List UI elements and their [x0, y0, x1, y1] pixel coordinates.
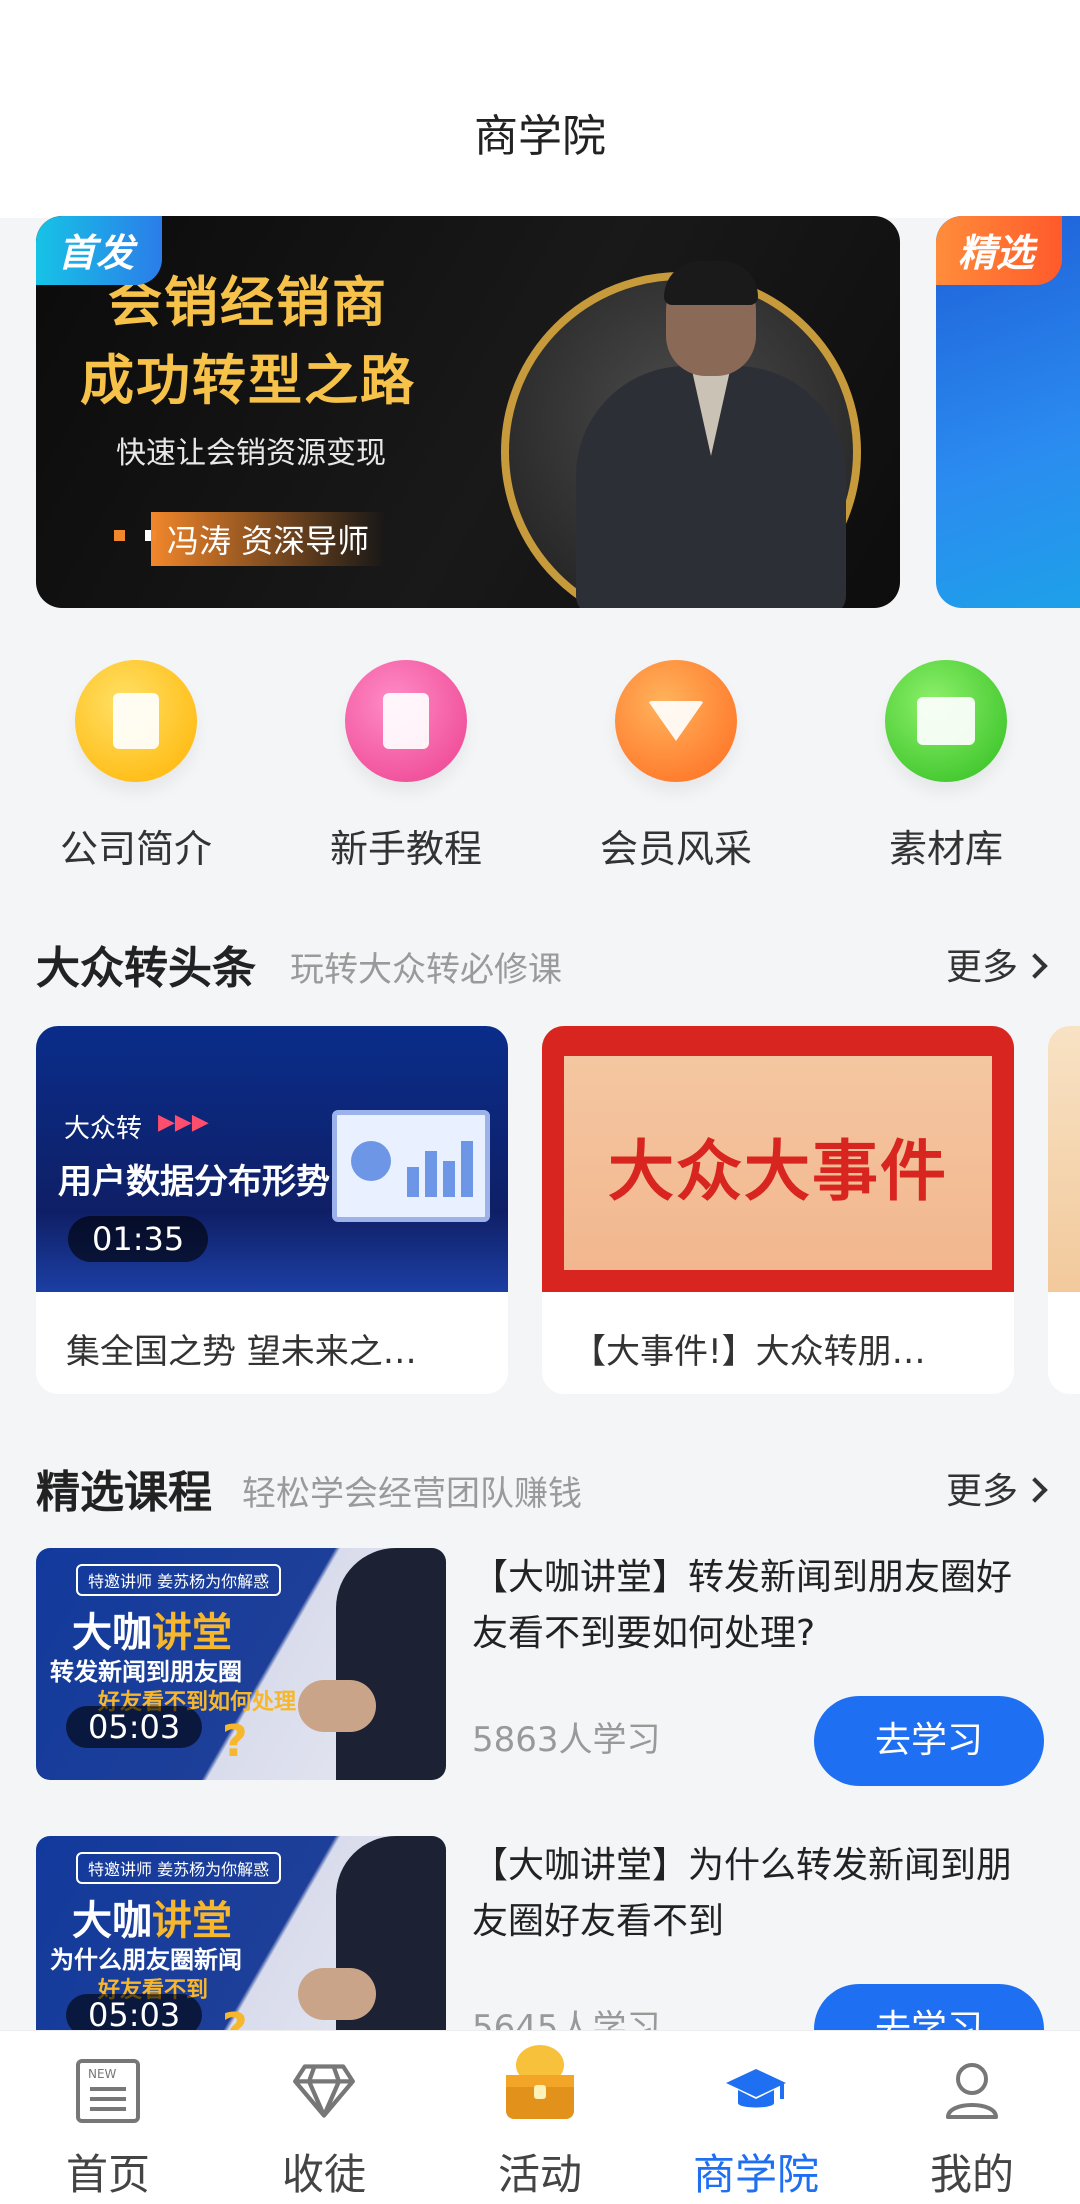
quick-link-label: 公司简介: [59, 827, 212, 871]
thumb-arrows: ▶▶▶: [158, 1110, 209, 1135]
diamond-icon: [615, 660, 737, 782]
thumb-line: 为什么朋友圈新闻: [50, 1946, 242, 1974]
course-item[interactable]: 特邀讲师 姜苏杨为你解惑 大咖讲堂 为什么朋友圈新闻 好友看不到 ? 05:03…: [36, 1836, 1044, 2030]
quick-links: 公司简介 新手教程 会员风采 素材库: [0, 660, 1080, 873]
section-subtitle: 玩转大众转必修课: [290, 950, 562, 990]
quick-link-company-intro[interactable]: 公司简介: [26, 660, 246, 873]
tab-label: 首页: [65, 2150, 150, 2199]
banner-carousel[interactable]: 会销经销商 成功转型之路 快速让会销资源变现 冯涛 资深导师 首发 精选: [0, 216, 1080, 608]
course-item[interactable]: 特邀讲师 姜苏杨为你解惑 大咖讲堂 转发新闻到朋友圈 好友看不到如何处理 ? 0…: [36, 1548, 1044, 1788]
thumb-headline: 大咖讲堂: [72, 1898, 232, 1944]
question-mark-icon: ?: [222, 2004, 248, 2030]
treasure-chest-icon: [498, 2041, 582, 2125]
news-card[interactable]: 大众大事件 【大事件!】大众转朋…: [542, 1026, 1014, 1394]
thumb-line: 转发新闻到朋友圈: [50, 1658, 242, 1686]
news-thumbnail: 大众转 ▶▶▶ 用户数据分布形势 01:35: [36, 1026, 508, 1292]
thumb-headline: 用户数据分布形势: [58, 1162, 330, 1202]
banner-badge: 精选: [936, 216, 1063, 285]
course-thumbnail: 特邀讲师 姜苏杨为你解惑 大咖讲堂 为什么朋友圈新闻 好友看不到 ? 05:03: [36, 1836, 446, 2030]
page-title: 商学院: [474, 111, 606, 162]
news-thumbnail: [1048, 1026, 1080, 1292]
tab-label: 我的: [929, 2150, 1014, 2199]
quick-link-materials[interactable]: 素材库: [836, 660, 1056, 873]
news-card[interactable]: 大众转 ▶▶▶ 用户数据分布形势 01:35 集全国之势 望未来之…: [36, 1026, 508, 1394]
more-label: 更多: [945, 1471, 1018, 1512]
user-icon: [940, 2059, 1004, 2123]
headlines-header: 大众转头条 玩转大众转必修课 更多: [36, 932, 1048, 994]
course-title: 【大咖讲堂】转发新闻到朋友圈好友看不到要如何处理?: [472, 1557, 1013, 1654]
quick-link-tutorial[interactable]: 新手教程: [296, 660, 516, 873]
news-title: 【大事件!】大众转朋…: [572, 1332, 926, 1372]
thumb-tag: 特邀讲师 姜苏杨为你解惑: [76, 1564, 282, 1596]
video-duration: 05:03: [66, 1994, 203, 2030]
calendar-yen-icon: [885, 660, 1007, 782]
thumb-brand: 大众转: [64, 1114, 143, 1144]
tab-label: 活动: [497, 2150, 582, 2199]
bottom-tab-bar: 首页 收徒 活动 商学院 我的: [0, 2030, 1080, 2204]
document-icon: [75, 660, 197, 782]
tab-business-school[interactable]: 商学院: [648, 2031, 864, 2204]
more-label: 更多: [945, 947, 1018, 988]
video-duration: 05:03: [66, 1706, 203, 1748]
headlines-carousel[interactable]: 大众转 ▶▶▶ 用户数据分布形势 01:35 集全国之势 望未来之… 大众大事件…: [0, 1026, 1080, 1396]
start-learning-button[interactable]: 去学习: [814, 1984, 1044, 2030]
course-learners: 5645人学习: [472, 2008, 661, 2030]
quick-link-members[interactable]: 会员风采: [566, 660, 786, 873]
top-header: 商学院: [0, 0, 1080, 218]
section-title: 大众转头条: [36, 943, 256, 994]
tab-profile[interactable]: 我的: [864, 2031, 1080, 2204]
thumb-headline: 大众大事件: [608, 1133, 948, 1210]
banner-badge: 首发: [36, 216, 163, 285]
chart-board-icon: [332, 1110, 490, 1222]
course-learners: 5863人学习: [472, 1720, 661, 1760]
graduation-cap-icon: [724, 2059, 788, 2123]
quick-link-label: 新手教程: [329, 827, 482, 871]
banner-slide[interactable]: 会销经销商 成功转型之路 快速让会销资源变现 冯涛 资深导师 首发: [36, 216, 900, 608]
quick-link-label: 会员风采: [599, 827, 752, 871]
courses-more-link[interactable]: 更多: [945, 1462, 1048, 1514]
thumb-headline: 大咖讲堂: [72, 1610, 232, 1656]
tab-home[interactable]: 首页: [0, 2031, 216, 2204]
tab-label: 商学院: [692, 2150, 819, 2199]
course-thumbnail: 特邀讲师 姜苏杨为你解惑 大咖讲堂 转发新闻到朋友圈 好友看不到如何处理 ? 0…: [36, 1548, 446, 1780]
chevron-right-icon: [1022, 1477, 1048, 1503]
banner-slide-next[interactable]: 精选: [936, 216, 1080, 608]
start-learning-button[interactable]: 去学习: [814, 1696, 1044, 1786]
diamond-icon: [292, 2059, 356, 2123]
course-title: 【大咖讲堂】为什么转发新闻到朋友圈好友看不到: [472, 1845, 1013, 1942]
tab-activity[interactable]: 活动: [432, 2031, 648, 2204]
news-icon: [76, 2059, 140, 2123]
tab-recruit[interactable]: 收徒: [216, 2031, 432, 2204]
news-thumbnail: 大众大事件: [542, 1026, 1014, 1292]
headlines-more-link[interactable]: 更多: [945, 938, 1048, 990]
tab-label: 收徒: [281, 2150, 366, 2199]
banner-title-line2: 成功转型之路: [80, 349, 416, 412]
chevron-right-icon: [1022, 953, 1048, 979]
banner-subtitle: 快速让会销资源变现: [116, 436, 386, 471]
news-card[interactable]: [1048, 1026, 1080, 1394]
thumb-tag: 特邀讲师 姜苏杨为你解惑: [76, 1852, 282, 1884]
section-title: 精选课程: [36, 1467, 212, 1518]
banner-portrait-hair: [664, 261, 758, 305]
quick-link-label: 素材库: [888, 827, 1003, 871]
courses-header: 精选课程 轻松学会经营团队赚钱 更多: [36, 1456, 1048, 1518]
banner-teacher: 冯涛 资深导师: [151, 512, 386, 566]
video-duration: 01:35: [68, 1216, 209, 1262]
book-icon: [345, 660, 467, 782]
question-mark-icon: ?: [222, 1716, 248, 1767]
news-title: 集全国之势 望未来之…: [66, 1332, 417, 1372]
section-subtitle: 轻松学会经营团队赚钱: [242, 1474, 582, 1514]
